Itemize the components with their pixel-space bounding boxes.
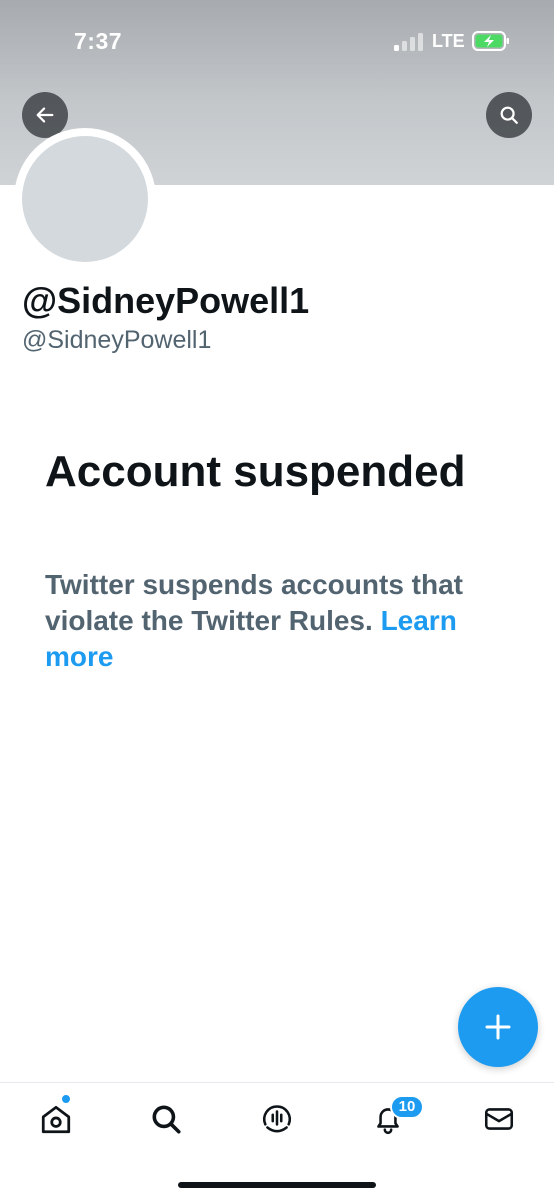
battery-charging-icon bbox=[472, 31, 509, 51]
home-unread-dot bbox=[61, 1094, 71, 1104]
search-icon bbox=[152, 1105, 181, 1134]
suspension-title: Account suspended bbox=[45, 447, 466, 496]
suspension-message: Twitter suspends accounts that violate t… bbox=[45, 567, 515, 675]
tab-messages[interactable] bbox=[471, 1097, 527, 1141]
tab-home[interactable] bbox=[28, 1097, 84, 1141]
arrow-left-icon bbox=[36, 107, 54, 123]
plus-icon bbox=[485, 1014, 511, 1040]
search-button[interactable] bbox=[486, 92, 532, 138]
signal-icon bbox=[394, 33, 424, 51]
user-handle: @SidneyPowell1 bbox=[22, 326, 212, 354]
mail-icon bbox=[484, 1108, 514, 1130]
notification-count-badge: 10 bbox=[390, 1095, 424, 1119]
status-time: 7:37 bbox=[74, 28, 123, 54]
display-name: @SidneyPowell1 bbox=[22, 280, 310, 321]
home-icon bbox=[41, 1105, 71, 1134]
avatar[interactable] bbox=[22, 136, 148, 262]
search-icon bbox=[500, 106, 518, 124]
home-indicator bbox=[178, 1182, 376, 1188]
status-bar: 7:37 LTE bbox=[0, 0, 554, 90]
compose-button[interactable] bbox=[458, 987, 538, 1067]
tab-search[interactable] bbox=[138, 1097, 194, 1141]
network-label: LTE bbox=[432, 31, 465, 51]
tab-spaces[interactable] bbox=[249, 1097, 305, 1141]
spaces-icon bbox=[262, 1105, 292, 1133]
